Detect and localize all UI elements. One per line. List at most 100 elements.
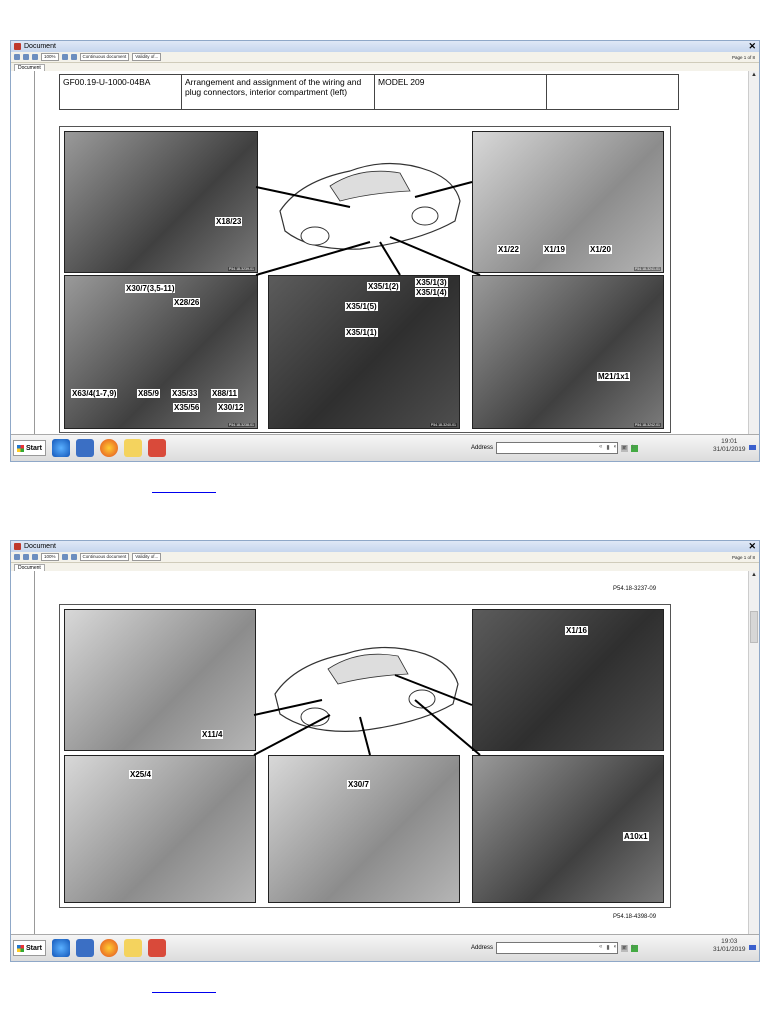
scroll-up-icon[interactable]: ▲ xyxy=(749,571,759,580)
vertical-scrollbar[interactable]: ▲ xyxy=(748,571,759,935)
photo-code: P54.18-3240-01 xyxy=(429,423,457,427)
photo-x18-23: X18/23 P54.18-3239-01 xyxy=(64,131,258,273)
tray-chevron-icon[interactable]: « xyxy=(599,444,602,451)
figure-ref-top: P54.18-3237-09 xyxy=(613,586,657,592)
app-icon xyxy=(14,543,21,550)
flag-tray-icon[interactable]: ⚐ xyxy=(631,444,636,451)
close-icon[interactable]: ✕ xyxy=(748,541,756,552)
photo-x1-16: X1/16 xyxy=(472,609,664,751)
margin-line xyxy=(34,71,35,435)
windows-flag-icon xyxy=(17,444,24,452)
photo-x1-connectors: X1/22 X1/19 X1/20 P54.18-3241-01 xyxy=(472,131,664,273)
scroll-up-icon[interactable]: ▲ xyxy=(749,71,759,80)
validity-button[interactable]: Validity of... xyxy=(132,53,162,61)
window-title: Document xyxy=(24,43,56,50)
firefox-icon[interactable] xyxy=(99,439,118,457)
close-icon[interactable]: ✕ xyxy=(748,41,756,52)
page-link-underline-1[interactable] xyxy=(152,492,216,493)
clock-time: 19:03 xyxy=(721,938,738,945)
flag-tray-icon[interactable]: ⚐ xyxy=(631,944,636,951)
document-viewer: P54.18-3237-09 X11/4 X1/16 X25/4 X30/7 A… xyxy=(11,571,749,935)
screenshot-2: Document ✕ 100% Continuous document Vali… xyxy=(10,540,760,962)
address-label: Address xyxy=(471,945,494,951)
taskbar: Start Address ▼ « ▮ ◐ ▣ ⚐ 19:03 31/01/20… xyxy=(11,934,759,961)
label-x35-1-1: X35/1(1) xyxy=(345,328,378,337)
zoom-in-icon[interactable] xyxy=(23,54,29,60)
page-link-underline-2[interactable] xyxy=(152,992,216,993)
clock[interactable]: 19:03 31/01/2019 xyxy=(713,938,746,954)
zoom-select[interactable]: 100% xyxy=(41,553,59,561)
zoom-out-icon[interactable] xyxy=(32,54,38,60)
zoom-out-icon[interactable] xyxy=(32,554,38,560)
folder-icon[interactable] xyxy=(123,939,142,957)
label-x1-22: X1/22 xyxy=(497,245,520,254)
clock-date: 31/01/2019 xyxy=(713,946,746,953)
document-app-icon[interactable] xyxy=(147,439,166,457)
show-desktop-button[interactable] xyxy=(749,945,756,950)
document-viewer: GF00.19-U-1000-04BA Arrangement and assi… xyxy=(11,71,749,435)
signal-icon[interactable]: ▮ xyxy=(606,444,609,451)
outlook-icon[interactable] xyxy=(75,939,94,957)
scroll-thumb[interactable] xyxy=(750,611,758,643)
signal-icon[interactable]: ▮ xyxy=(606,944,609,951)
pages-icon[interactable] xyxy=(70,554,77,560)
start-button[interactable]: Start xyxy=(13,440,46,456)
validity-button[interactable]: Validity of... xyxy=(132,553,162,561)
photo-x25-4: X25/4 xyxy=(64,755,256,903)
screenshot-1: Document ✕ 100% Continuous document Vali… xyxy=(10,40,760,462)
system-tray: « ▮ ◐ ▣ ⚐ xyxy=(599,944,636,951)
photo-code: P54.18-3242-01 xyxy=(633,423,661,427)
page-icon[interactable] xyxy=(61,554,68,560)
page-info: Page 1 of 8 xyxy=(731,54,755,60)
page-info: Page 1 of 8 xyxy=(731,554,755,560)
tray-chevron-icon[interactable]: « xyxy=(599,944,602,951)
photo-code: P54.18-3239-01 xyxy=(227,267,255,271)
view-mode-select[interactable]: Continuous document xyxy=(79,553,130,561)
print-icon[interactable] xyxy=(14,54,20,60)
page-icon[interactable] xyxy=(61,54,68,60)
system-tray: « ▮ ◐ ▣ ⚐ xyxy=(599,444,636,451)
photo-x30-7: X30/7(3,5-11) X28/26 X63/4(1-7,9) X85/9 … xyxy=(64,275,258,429)
volume-icon[interactable]: ◐ xyxy=(614,944,618,951)
label-x30-7: X30/7 xyxy=(347,780,370,789)
zoom-select[interactable]: 100% xyxy=(41,53,59,61)
view-mode-select[interactable]: Continuous document xyxy=(79,53,130,61)
pages-icon[interactable] xyxy=(70,54,77,60)
photo-code: P54.18-3238-01 xyxy=(227,423,255,427)
label-x25-4: X25/4 xyxy=(129,770,152,779)
ie-icon[interactable] xyxy=(51,939,70,957)
clock-date: 31/01/2019 xyxy=(713,446,746,453)
vertical-scrollbar[interactable]: ▲ xyxy=(748,71,759,435)
show-desktop-button[interactable] xyxy=(749,445,756,450)
start-label: Start xyxy=(26,444,42,452)
ie-icon[interactable] xyxy=(51,439,70,457)
label-x35-56: X35/56 xyxy=(173,403,201,412)
clock[interactable]: 19:01 31/01/2019 xyxy=(713,438,746,454)
network-icon[interactable]: ▣ xyxy=(621,944,627,951)
volume-icon[interactable]: ◐ xyxy=(614,444,618,451)
doc-description: Arrangement and assignment of the wiring… xyxy=(182,75,375,109)
document-app-icon[interactable] xyxy=(147,939,166,957)
start-button[interactable]: Start xyxy=(13,940,46,956)
label-x35-1-4: X35/1(4) xyxy=(415,288,448,297)
outlook-icon[interactable] xyxy=(75,439,94,457)
folder-icon[interactable] xyxy=(123,439,142,457)
firefox-icon[interactable] xyxy=(99,939,118,957)
print-icon[interactable] xyxy=(14,554,20,560)
label-x30-7-range: X30/7(3,5-11) xyxy=(125,284,176,293)
car-illustration xyxy=(279,162,461,250)
window-title: Document xyxy=(24,543,56,550)
zoom-in-icon[interactable] xyxy=(23,554,29,560)
doc-code: GF00.19-U-1000-04BA xyxy=(60,75,182,109)
photo-x11-4: X11/4 xyxy=(64,609,256,751)
doc-empty-cell xyxy=(547,75,678,109)
network-icon[interactable]: ▣ xyxy=(621,444,627,451)
margin-line xyxy=(34,571,35,935)
label-x35-1-5: X35/1(5) xyxy=(345,302,378,311)
taskbar: Start Address ▼ « ▮ ◐ ▣ ⚐ 19:01 31/01/20… xyxy=(11,434,759,461)
label-x1-19: X1/19 xyxy=(543,245,566,254)
windows-flag-icon xyxy=(17,944,24,952)
start-label: Start xyxy=(26,944,42,952)
photo-x35-1: X35/1(2) X35/1(3) X35/1(4) X35/1(5) X35/… xyxy=(268,275,460,429)
photo-m21-1x1: M21/1x1 P54.18-3242-01 xyxy=(472,275,664,429)
